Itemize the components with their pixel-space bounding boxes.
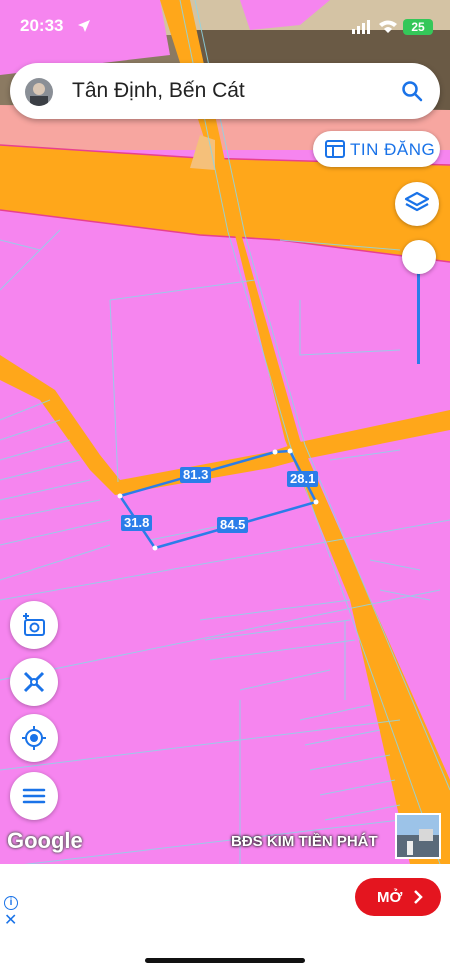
status-time: 20:33 [20, 16, 64, 35]
location-arrow-icon [78, 20, 90, 32]
menu-icon [22, 788, 46, 804]
dimension-left: 31.8 [121, 515, 153, 531]
avatar[interactable] [25, 78, 53, 106]
ad-info-icon[interactable]: i [4, 896, 18, 910]
bottom-area [0, 932, 450, 974]
ad-open-label: MỞ [377, 889, 403, 906]
opacity-slider-handle[interactable] [402, 240, 436, 274]
add-photo-location-button[interactable] [10, 601, 58, 649]
side-road [0, 355, 450, 495]
menu-button[interactable] [10, 772, 58, 820]
measure-tool-button[interactable] [10, 658, 58, 706]
ad-open-button[interactable]: MỞ [355, 878, 441, 916]
search-bar[interactable]: Tân Định, Bến Cát [10, 63, 440, 119]
post-listing-button[interactable]: TIN ĐĂNG [313, 131, 440, 167]
add-photo-icon [23, 613, 45, 636]
wifi-icon [379, 20, 397, 33]
chevron-right-icon [414, 890, 423, 904]
dimension-top: 81.3 [180, 467, 212, 483]
signal-icon [352, 20, 370, 34]
brand-watermark: BĐS KIM TIỀN PHÁT [231, 833, 378, 850]
layers-icon [404, 191, 430, 212]
google-watermark: Google [7, 828, 83, 853]
home-indicator[interactable] [145, 958, 305, 963]
ad-close-icon[interactable]: ✕ [4, 913, 17, 929]
my-location-button[interactable] [10, 714, 58, 762]
map-canvas [0, 0, 450, 864]
listing-icon [325, 140, 345, 158]
battery-indicator: 25 [403, 19, 433, 35]
map-view[interactable]: 81.3 28.1 31.8 84.5 Google BĐS KIM TIỀN … [0, 0, 450, 864]
search-icon[interactable] [400, 79, 424, 103]
crosshair-icon [22, 726, 46, 750]
opacity-slider-track[interactable] [417, 262, 420, 364]
street-view-thumbnail[interactable] [395, 813, 441, 859]
post-listing-label: TIN ĐĂNG [350, 140, 436, 159]
dimension-right: 28.1 [287, 471, 319, 487]
ruler-icon [23, 671, 45, 693]
layers-button[interactable] [395, 182, 439, 226]
status-bar: 20:33 25 [0, 0, 450, 54]
search-query[interactable]: Tân Định, Bến Cát [72, 79, 245, 103]
dimension-bottom: 84.5 [217, 517, 249, 533]
